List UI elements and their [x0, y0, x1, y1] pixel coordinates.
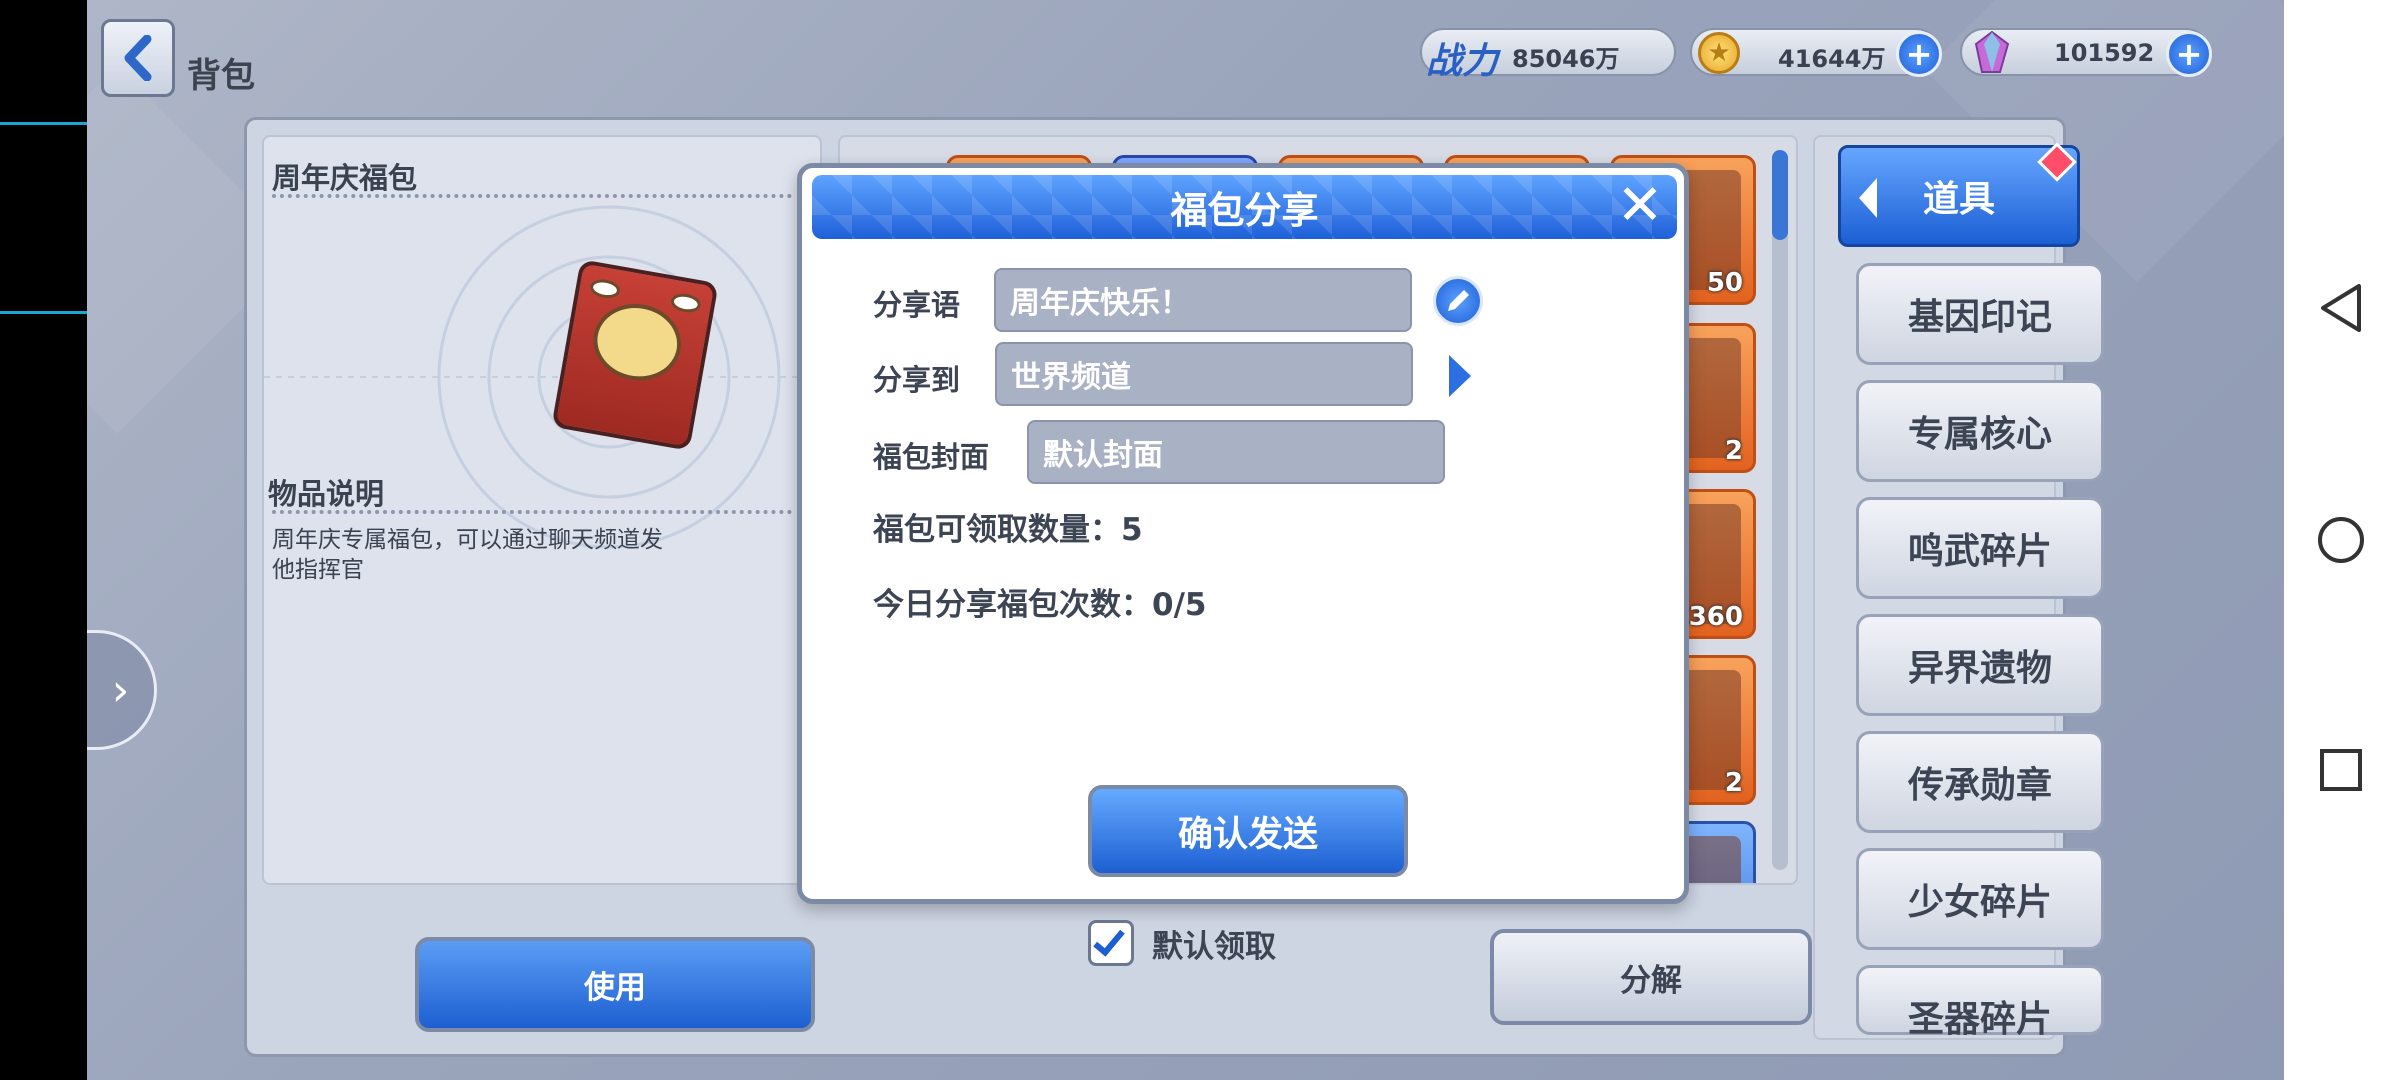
home-nav-button[interactable] — [2306, 505, 2376, 575]
item-backdrop-rings — [264, 205, 820, 549]
system-nav-bar — [2284, 0, 2400, 1080]
back-button[interactable] — [101, 19, 175, 97]
crystal-value: 101592 — [2054, 39, 2155, 67]
cover-label: 福包封面 — [873, 440, 990, 474]
share-words-input[interactable]: 周年庆快乐！ — [994, 268, 1412, 332]
red-envelope-icon — [551, 259, 719, 451]
category-tab[interactable]: 专属核心 — [1856, 380, 2104, 482]
category-tab[interactable]: 传承勋章 — [1856, 731, 2104, 833]
chevron-left-icon — [124, 35, 152, 81]
category-tab[interactable]: 少女碎片 — [1856, 848, 2104, 950]
back-nav-button[interactable] — [2306, 273, 2376, 343]
caret-right-icon[interactable] — [1449, 355, 1471, 397]
category-tab[interactable]: 鸣武碎片 — [1856, 497, 2104, 599]
claimable-count: 福包可领取数量：5 — [873, 512, 1143, 548]
category-tab[interactable]: 异界遗物 — [1856, 614, 2104, 716]
add-crystal-button[interactable]: + — [2166, 31, 2212, 77]
page-title: 背包 — [187, 56, 255, 96]
description-line: 周年庆专属福包，可以通过聊天频道发 — [272, 527, 663, 553]
share-to-select[interactable]: 世界频道 — [995, 342, 1413, 406]
description-title: 物品说明 — [268, 477, 385, 511]
category-tab-active[interactable]: 道具 — [1838, 142, 2080, 247]
crystal-display: 101592 + — [1960, 28, 2212, 78]
use-button[interactable]: 使用 — [415, 937, 815, 1032]
split-button[interactable]: 分解 — [1490, 929, 1812, 1025]
item-count: 360 — [1688, 602, 1743, 632]
item-count: 50 — [1706, 268, 1743, 298]
chevron-right-icon: › — [111, 664, 130, 716]
default-claim-checkbox-row[interactable]: 默认领取 — [1088, 920, 1276, 966]
default-claim-label: 默认领取 — [1152, 928, 1276, 965]
cover-select[interactable]: 默认封面 — [1027, 420, 1445, 484]
confirm-send-button[interactable]: 确认发送 — [1088, 785, 1408, 877]
camera-notch — [0, 122, 100, 314]
item-count: 2 — [1724, 436, 1743, 466]
share-words-label: 分享语 — [873, 288, 961, 322]
edit-button[interactable] — [1433, 276, 1483, 326]
caret-left-icon — [1859, 178, 1877, 218]
circle-home-icon — [2318, 517, 2364, 563]
notification-dot-icon — [2037, 142, 2077, 182]
category-tab[interactable]: 圣器碎片 — [1856, 965, 2104, 1040]
close-button[interactable]: ✕ — [1612, 178, 1668, 236]
recents-nav-button[interactable] — [2306, 735, 2376, 805]
item-name: 周年庆福包 — [272, 161, 418, 195]
category-tab[interactable]: 基因印记 — [1856, 263, 2104, 365]
share-to-label: 分享到 — [873, 363, 961, 397]
triangle-back-icon — [2321, 284, 2361, 332]
coin-icon: ★ — [1698, 32, 1740, 74]
add-gold-button[interactable]: + — [1896, 31, 1942, 77]
scrollbar-thumb[interactable] — [1772, 150, 1788, 240]
square-recents-icon — [2320, 749, 2362, 791]
dialog-title: 福包分享 — [1170, 189, 1319, 232]
divider — [272, 194, 792, 198]
power-label: 战力 — [1426, 41, 1499, 82]
item-count: 2 — [1724, 768, 1743, 798]
item-description: 周年庆专属福包，可以通过聊天频道发 他指挥官 — [272, 525, 812, 585]
divider — [272, 510, 792, 514]
power-value: 85046万 — [1512, 45, 1620, 73]
today-share-count: 今日分享福包次数：0/5 — [873, 587, 1207, 623]
dialog-header: 福包分享 — [812, 175, 1677, 239]
gold-display: ★ 41644万 + — [1690, 28, 1942, 77]
crystal-icon — [1974, 30, 2010, 78]
description-line: 他指挥官 — [272, 557, 364, 583]
checkmark-icon — [1093, 923, 1125, 957]
category-label: 道具 — [1922, 179, 1995, 220]
item-grid-scrollbar[interactable] — [1772, 150, 1788, 870]
gold-value: 41644万 — [1778, 45, 1886, 73]
left-system-bar — [0, 0, 100, 1080]
pencil-icon — [1448, 290, 1469, 311]
default-claim-checkbox[interactable] — [1088, 920, 1134, 966]
power-display: 战力 85046万 — [1420, 28, 1676, 82]
